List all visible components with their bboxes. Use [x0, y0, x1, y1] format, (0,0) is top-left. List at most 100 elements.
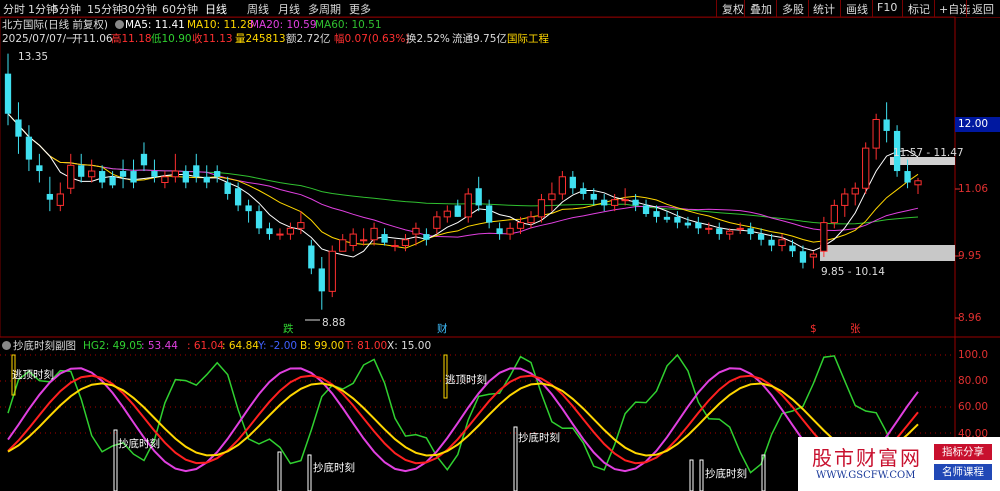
- ma60-value: MA60: 10.51: [315, 19, 382, 31]
- candle-body: [15, 119, 22, 137]
- candle-body: [736, 227, 744, 230]
- ma10-line: [7, 113, 919, 249]
- candle-body: [705, 227, 713, 230]
- ma5-value: MA5: 11.41: [125, 19, 185, 31]
- indicator-axis-label: 60.00: [958, 401, 989, 413]
- candle-body: [140, 153, 148, 166]
- candle-body: [611, 199, 619, 206]
- candle-body: [297, 222, 305, 229]
- candle-body: [130, 171, 137, 183]
- bottom-label: 抄底时刻: [518, 432, 560, 444]
- indicator-hg2: HG2: 49.05: [83, 340, 143, 352]
- indicator-red-line: [7, 374, 919, 465]
- candle-body: [799, 251, 807, 263]
- candle-body: [632, 199, 639, 206]
- candle-body: [527, 216, 535, 224]
- event-marker-dollar[interactable]: $: [810, 323, 817, 335]
- indicator-v3: : 61.04: [187, 340, 224, 352]
- candle-body: [558, 176, 567, 195]
- candle-body: [747, 228, 754, 235]
- ma20-value: MA20: 10.59: [250, 19, 317, 31]
- candle-body: [789, 245, 796, 252]
- price-axis-label: 9.95: [958, 250, 982, 262]
- bar-change: 幅0.07(0.63%): [334, 33, 410, 45]
- main-frame: [0, 16, 956, 338]
- candle-body: [224, 182, 231, 194]
- indicator-y: Y: -2.00: [258, 340, 298, 352]
- candle-body: [423, 234, 430, 240]
- candle-body: [203, 176, 210, 183]
- candle-body: [642, 205, 650, 215]
- watermark-badge-share[interactable]: 指标分享: [934, 444, 992, 460]
- bar-amount: 额2.72亿: [286, 33, 331, 45]
- range-top-annotation: 11.57 - 11.47: [893, 147, 964, 159]
- indicator-b: B: 99.00: [300, 340, 345, 352]
- bar-low: 低10.90: [151, 33, 192, 45]
- watermark-badge-course[interactable]: 名师课程: [934, 464, 992, 480]
- bottom-signal-bar: [699, 459, 704, 491]
- sector-tag[interactable]: 国际工程: [507, 33, 549, 45]
- candle-body: [716, 228, 723, 235]
- watermark: 股市财富网 WWW.GSCFW.COM 指标分享 名师课程: [798, 437, 1000, 491]
- candle-body: [486, 205, 493, 223]
- candle-body: [768, 239, 775, 246]
- candle-body: [286, 227, 295, 235]
- candle-body: [443, 210, 451, 218]
- candle-body: [496, 228, 503, 235]
- candle-body: [318, 268, 325, 292]
- bottom-signal-bar: [689, 459, 694, 491]
- settings-icon[interactable]: [115, 20, 124, 29]
- event-marker-die[interactable]: 跌: [283, 323, 294, 335]
- escape-top-label: 逃顶时刻: [445, 374, 487, 386]
- candle-body: [653, 211, 660, 217]
- indicator-axis-label: 80.00: [958, 375, 989, 387]
- candle-body: [809, 253, 818, 258]
- bottom-signal-bar: [277, 451, 282, 491]
- ma5-line: [7, 113, 919, 258]
- candle-body: [109, 176, 116, 186]
- candle-body: [401, 239, 410, 247]
- candle-body: [778, 239, 786, 247]
- candle-body: [516, 222, 525, 229]
- candle-body: [25, 136, 33, 160]
- candle-body: [234, 188, 242, 206]
- bar-high: 高11.18: [111, 33, 152, 45]
- bar-float: 流通9.75亿: [452, 33, 507, 45]
- candle-body: [674, 216, 681, 223]
- candle-body: [349, 233, 357, 247]
- ma60-line: [7, 113, 919, 225]
- bar-volume: 量245813: [235, 33, 286, 45]
- bottom-signal-bar: [513, 426, 518, 491]
- bottom-signal-bar: [761, 454, 766, 491]
- current-price-box: 12.00: [955, 117, 1000, 132]
- candle-body: [99, 171, 106, 183]
- event-marker-cai[interactable]: 财: [437, 323, 448, 335]
- bar-date: 2025/07/07/一: [2, 33, 77, 45]
- candle-body: [872, 118, 880, 149]
- indicator-title: 抄底时刻副图: [13, 340, 76, 352]
- candle-body: [621, 199, 629, 202]
- range-bottom-annotation: 9.85 - 10.14: [821, 266, 885, 278]
- indicator-settings-icon[interactable]: [2, 341, 11, 350]
- candle-body: [454, 205, 461, 217]
- candle-body: [851, 187, 859, 195]
- bar-open: 开11.06: [72, 33, 113, 45]
- candle-body: [46, 193, 53, 200]
- candle-body: [276, 233, 284, 236]
- candle-body: [359, 239, 368, 242]
- candle-body: [841, 193, 849, 206]
- candle-body: [548, 193, 556, 201]
- bottom-label: 抄底时刻: [118, 438, 160, 450]
- candle-body: [56, 193, 64, 206]
- candle-body: [161, 176, 169, 183]
- bottom-signal-bar: [113, 429, 118, 491]
- candle-body: [820, 222, 828, 252]
- candle-body: [245, 205, 252, 212]
- event-marker-zhang[interactable]: 张: [850, 323, 861, 335]
- candle-body: [381, 234, 388, 243]
- candle-body: [580, 188, 587, 194]
- watermark-title: 股市财富网: [812, 446, 922, 470]
- candle-body: [391, 245, 399, 248]
- candle-body: [266, 228, 273, 235]
- candle-body: [601, 199, 608, 206]
